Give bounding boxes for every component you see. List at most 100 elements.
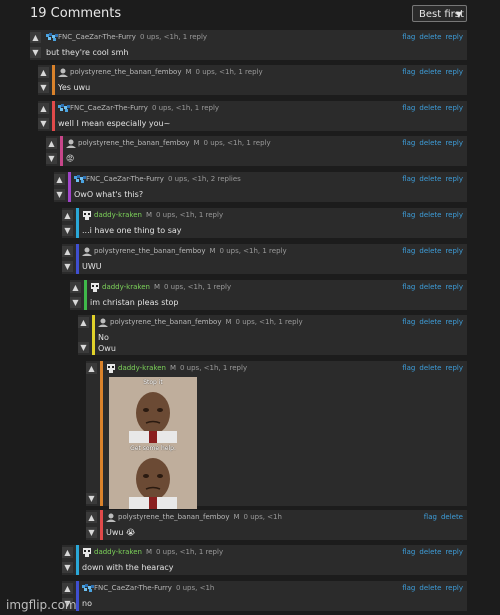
username-link[interactable]: daddy-kraken	[94, 211, 142, 219]
up-arrow-icon[interactable]: ▲	[78, 317, 89, 328]
delete-link[interactable]: delete	[419, 211, 441, 219]
flag-link[interactable]: flag	[402, 104, 415, 112]
down-arrow-icon[interactable]: ▼	[30, 47, 41, 58]
up-arrow-icon[interactable]: ▲	[30, 32, 41, 43]
down-arrow-icon[interactable]: ▼	[46, 153, 57, 164]
avatar[interactable]	[82, 247, 92, 256]
delete-link[interactable]: delete	[419, 247, 441, 255]
avatar[interactable]	[46, 33, 58, 41]
up-arrow-icon[interactable]: ▲	[62, 547, 73, 558]
flag-link[interactable]: flag	[402, 584, 415, 592]
username-link[interactable]: FNC_CaeZar-The-Furry	[58, 33, 136, 41]
delete-link[interactable]: delete	[419, 33, 441, 41]
reply-link[interactable]: reply	[445, 364, 463, 372]
username-link[interactable]: daddy-kraken	[94, 548, 142, 556]
down-arrow-icon[interactable]: ▼	[86, 527, 97, 538]
mod-badge: M	[145, 211, 152, 219]
avatar[interactable]	[98, 318, 108, 327]
reply-link[interactable]: reply	[445, 283, 463, 291]
down-arrow-icon[interactable]: ▼	[62, 261, 73, 272]
avatar[interactable]	[82, 211, 92, 220]
delete-link[interactable]: delete	[419, 175, 441, 183]
username-link[interactable]: FNC_CaeZar-The-Furry	[86, 175, 164, 183]
up-arrow-icon[interactable]: ▲	[38, 103, 49, 114]
avatar[interactable]	[74, 175, 86, 183]
flag-link[interactable]: flag	[402, 211, 415, 219]
avatar[interactable]	[106, 364, 116, 373]
username-link[interactable]: daddy-kraken	[118, 364, 166, 372]
avatar[interactable]	[58, 104, 70, 112]
avatar[interactable]	[106, 513, 116, 522]
comment-meta: 0 ups, <1h, 1 reply	[151, 104, 220, 112]
reply-link[interactable]: reply	[445, 318, 463, 326]
username-link[interactable]: polystyrene_the_banan_femboy	[70, 68, 181, 76]
flag-link[interactable]: flag	[424, 513, 437, 521]
flag-link[interactable]: flag	[402, 33, 415, 41]
username-link[interactable]: polystyrene_the_banan_femboy	[94, 247, 205, 255]
mod-badge: M	[185, 68, 192, 76]
up-arrow-icon[interactable]: ▲	[70, 282, 81, 293]
reply-link[interactable]: reply	[445, 548, 463, 556]
flag-link[interactable]: flag	[402, 175, 415, 183]
username-link[interactable]: polystyrene_the_banan_femboy	[78, 139, 189, 147]
delete-link[interactable]: delete	[419, 318, 441, 326]
delete-link[interactable]: delete	[419, 139, 441, 147]
up-arrow-icon[interactable]: ▲	[86, 512, 97, 523]
meme-image[interactable]: Stop it Get some help.	[109, 377, 197, 509]
reply-link[interactable]: reply	[445, 211, 463, 219]
delete-link[interactable]: delete	[419, 584, 441, 592]
up-arrow-icon[interactable]: ▲	[46, 138, 57, 149]
delete-link[interactable]: delete	[419, 68, 441, 76]
username-link[interactable]: FNC_CaeZar-The-Furry	[70, 104, 148, 112]
up-arrow-icon[interactable]: ▲	[38, 67, 49, 78]
reply-link[interactable]: reply	[445, 584, 463, 592]
comment-body: daddy-kraken M 0 ups, <1h, 1 reply flag dele…	[82, 208, 465, 238]
up-arrow-icon[interactable]: ▲	[62, 210, 73, 221]
sort-dropdown[interactable]: Best first ▼	[412, 5, 467, 22]
comment-actions: flag delete reply	[398, 364, 463, 372]
delete-link[interactable]: delete	[419, 364, 441, 372]
up-arrow-icon[interactable]: ▲	[54, 174, 65, 185]
down-arrow-icon[interactable]: ▼	[62, 562, 73, 573]
down-arrow-icon[interactable]: ▼	[62, 225, 73, 236]
flag-link[interactable]: flag	[402, 548, 415, 556]
up-arrow-icon[interactable]: ▲	[62, 246, 73, 257]
up-arrow-icon[interactable]: ▲	[62, 583, 73, 594]
delete-link[interactable]: delete	[441, 513, 463, 521]
delete-link[interactable]: delete	[419, 548, 441, 556]
delete-link[interactable]: delete	[419, 104, 441, 112]
avatar[interactable]	[82, 548, 92, 557]
avatar[interactable]	[82, 584, 94, 592]
reply-link[interactable]: reply	[445, 175, 463, 183]
reply-link[interactable]: reply	[445, 247, 463, 255]
flag-link[interactable]: flag	[402, 68, 415, 76]
flag-link[interactable]: flag	[402, 364, 415, 372]
reply-link[interactable]: reply	[445, 104, 463, 112]
username-link[interactable]: FNC_CaeZar-The-Furry	[94, 584, 172, 592]
down-arrow-icon[interactable]: ▼	[38, 82, 49, 93]
comment: ▲ ▼ polystyrene_the_banan_femboy M 0 ups, <1…	[78, 315, 467, 355]
down-arrow-icon[interactable]: ▼	[38, 118, 49, 129]
up-arrow-icon[interactable]: ▲	[86, 363, 97, 374]
comment: ▲ ▼ FNC_CaeZar-The-Furry 0 ups, <1h, 1 repl…	[30, 30, 467, 60]
reply-link[interactable]: reply	[445, 33, 463, 41]
down-arrow-icon[interactable]: ▼	[54, 189, 65, 200]
username-link[interactable]: polystyrene_the_banan_femboy	[118, 513, 229, 521]
reply-link[interactable]: reply	[445, 139, 463, 147]
meme-caption: Get some help.	[130, 445, 176, 452]
down-arrow-icon[interactable]: ▼	[78, 342, 89, 353]
reply-link[interactable]: reply	[445, 68, 463, 76]
flag-link[interactable]: flag	[402, 318, 415, 326]
flag-link[interactable]: flag	[402, 247, 415, 255]
avatar[interactable]	[90, 283, 100, 292]
avatar[interactable]	[58, 68, 68, 77]
avatar[interactable]	[66, 139, 76, 148]
comment-meta: 0 ups, <1h, 1 reply	[195, 68, 263, 76]
username-link[interactable]: polystyrene_the_banan_femboy	[110, 318, 221, 326]
delete-link[interactable]: delete	[419, 283, 441, 291]
flag-link[interactable]: flag	[402, 283, 415, 291]
down-arrow-icon[interactable]: ▼	[86, 493, 97, 504]
down-arrow-icon[interactable]: ▼	[70, 297, 81, 308]
username-link[interactable]: daddy-kraken	[102, 283, 150, 291]
flag-link[interactable]: flag	[402, 139, 415, 147]
